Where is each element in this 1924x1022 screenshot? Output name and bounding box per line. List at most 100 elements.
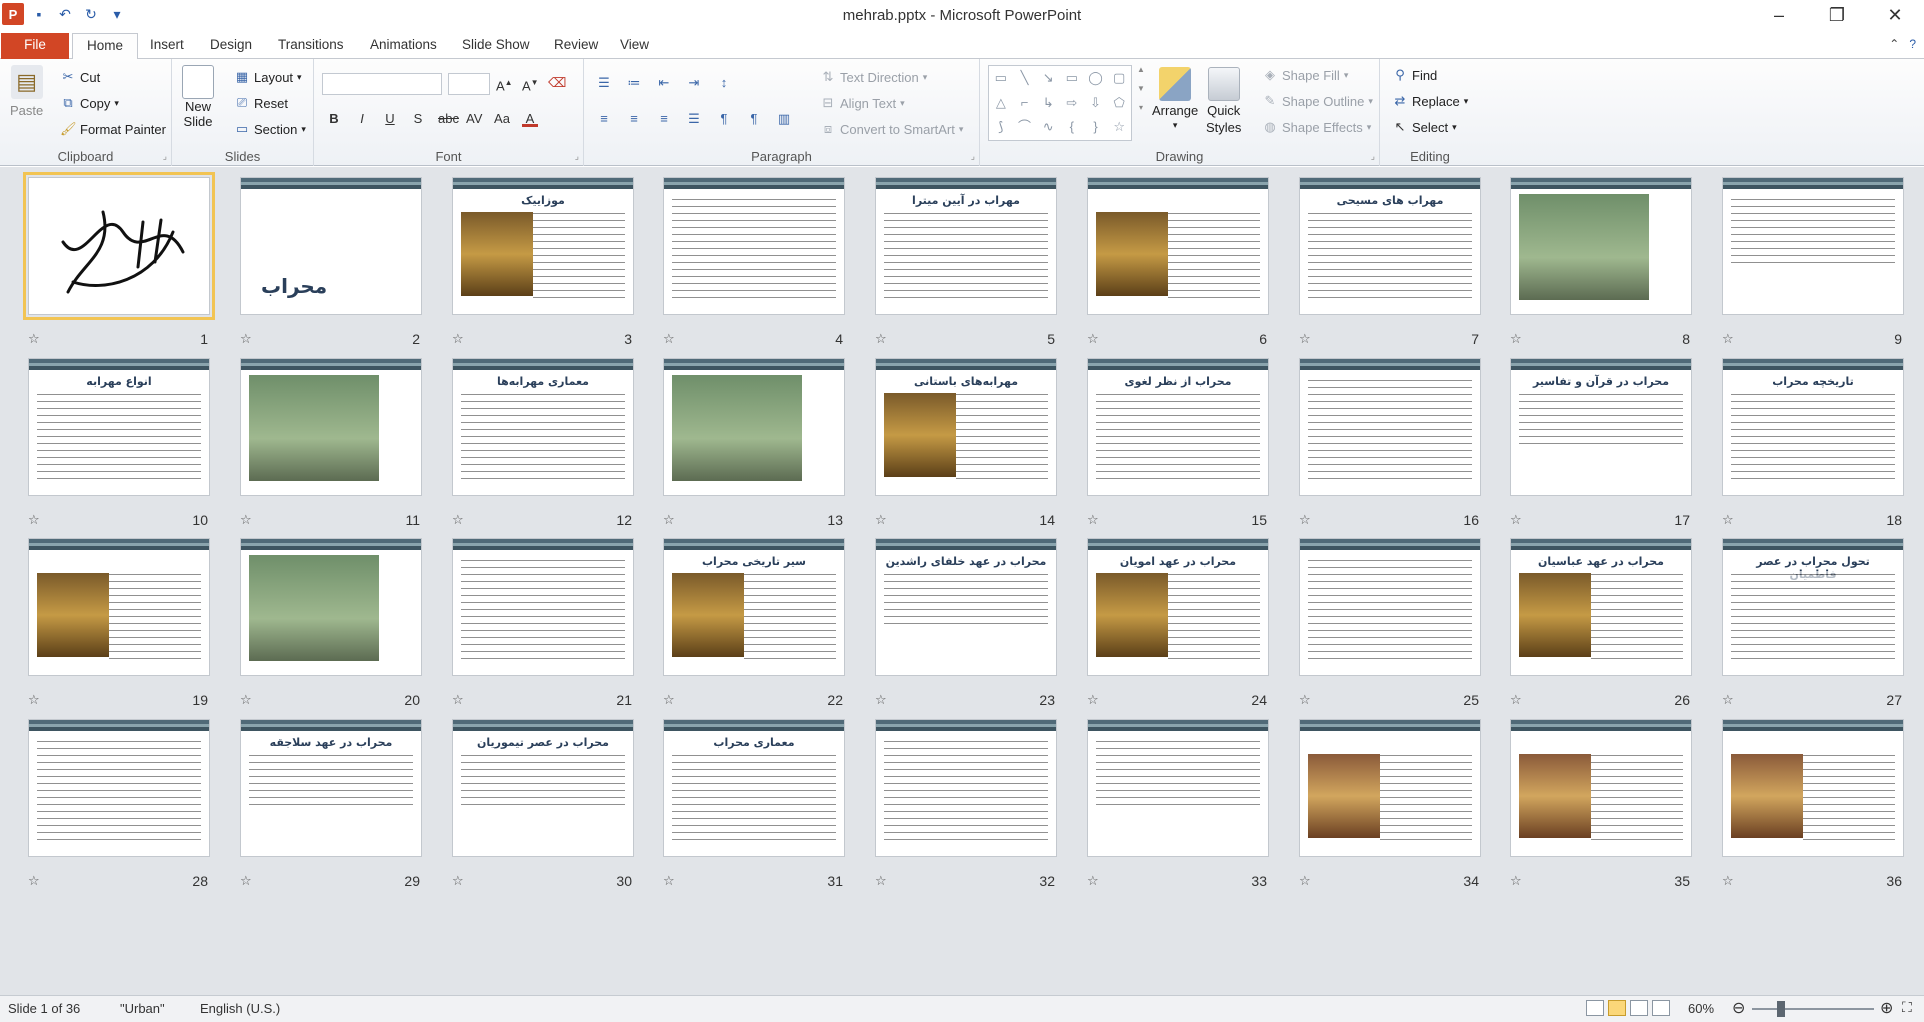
normal-view-icon[interactable] — [1586, 1000, 1604, 1016]
clipboard-launcher-icon[interactable]: ⌟ — [163, 151, 167, 162]
transition-icon[interactable]: ☆ — [1510, 873, 1522, 889]
new-slide-button[interactable]: New Slide — [182, 65, 214, 129]
transition-icon[interactable]: ☆ — [1510, 331, 1522, 347]
slideshow-view-icon[interactable] — [1652, 1000, 1670, 1016]
transition-icon[interactable]: ☆ — [240, 692, 252, 708]
arrow-line-shape-icon[interactable]: ↘ — [1036, 66, 1060, 91]
transition-icon[interactable]: ☆ — [875, 331, 887, 347]
transition-icon[interactable]: ☆ — [240, 873, 252, 889]
slide-thumbnail[interactable] — [1087, 177, 1269, 315]
underline-icon[interactable]: U — [382, 111, 398, 127]
align-text-button[interactable]: ⊟ Align Text ▾ — [820, 95, 905, 111]
clear-formatting-icon[interactable]: ⌫ — [548, 75, 566, 91]
copy-button[interactable]: ⧉ Copy ▾ — [60, 95, 119, 111]
transition-icon[interactable]: ☆ — [1087, 873, 1099, 889]
reset-button[interactable]: ⎚ Reset — [234, 95, 288, 111]
format-painter-button[interactable]: 🖌 Format Painter — [60, 121, 166, 137]
pentagon-shape-icon[interactable]: ⬠ — [1107, 91, 1131, 116]
strikethrough-icon[interactable]: abc — [438, 111, 459, 127]
line-shape-icon[interactable]: ╲ — [1013, 66, 1037, 91]
slide-thumbnail[interactable] — [1299, 719, 1481, 857]
zoom-slider-thumb[interactable] — [1777, 1001, 1785, 1017]
shrink-font-icon[interactable]: A▼ — [522, 75, 539, 93]
transition-icon[interactable]: ☆ — [663, 873, 675, 889]
slide-thumbnail[interactable] — [28, 538, 210, 676]
zoom-slider[interactable] — [1752, 1008, 1874, 1010]
slide-thumbnail[interactable]: محراب در عصر تیموریان — [452, 719, 634, 857]
slide-thumbnail[interactable] — [1299, 538, 1481, 676]
transition-icon[interactable]: ☆ — [1087, 692, 1099, 708]
transition-icon[interactable]: ☆ — [1722, 331, 1734, 347]
transition-icon[interactable]: ☆ — [1299, 331, 1311, 347]
align-right-icon[interactable]: ≡ — [656, 111, 672, 127]
paste-button[interactable]: ▤ Paste — [10, 65, 43, 118]
text-direction-button[interactable]: ⇅ Text Direction ▾ — [820, 69, 928, 85]
curve-icon[interactable]: ⌒ — [1013, 115, 1037, 140]
transition-icon[interactable]: ☆ — [28, 873, 40, 889]
tab-review[interactable]: Review — [540, 33, 612, 59]
slide-thumbnail[interactable] — [663, 177, 845, 315]
slide-thumbnail[interactable] — [452, 538, 634, 676]
layout-button[interactable]: ▦ Layout ▾ — [234, 69, 302, 85]
justify-icon[interactable]: ☰ — [686, 111, 702, 127]
slide-thumbnail[interactable] — [1510, 719, 1692, 857]
paragraph-launcher-icon[interactable]: ⌟ — [971, 151, 975, 162]
zoom-level[interactable]: 60% — [1688, 1001, 1714, 1016]
transition-icon[interactable]: ☆ — [452, 331, 464, 347]
shape-effects-button[interactable]: ◍ Shape Effects ▾ — [1262, 119, 1371, 135]
right-arrow-shape-icon[interactable]: ⇨ — [1060, 91, 1084, 116]
tab-insert[interactable]: Insert — [136, 33, 198, 59]
replace-button[interactable]: ⇄ Replace ▾ — [1392, 93, 1469, 109]
slide-thumbnail[interactable]: محراب از نظر لغوی — [1087, 358, 1269, 496]
shapes-gallery[interactable]: ▭ ╲ ↘ ▭ ◯ ▢ △ ⌐ ↳ ⇨ ⇩ ⬠ ⟆ ⌒ ∿{} ☆ — [988, 65, 1132, 141]
reading-view-icon[interactable] — [1630, 1000, 1648, 1016]
help-icon[interactable]: ? — [1909, 37, 1916, 51]
transition-icon[interactable]: ☆ — [875, 512, 887, 528]
language-indicator[interactable]: English (U.S.) — [200, 1001, 280, 1016]
grow-font-icon[interactable]: A▲ — [496, 75, 513, 93]
theme-name[interactable]: "Urban" — [120, 1001, 165, 1016]
transition-icon[interactable]: ☆ — [875, 873, 887, 889]
tab-design[interactable]: Design — [196, 33, 266, 59]
tab-slide-show[interactable]: Slide Show — [448, 33, 544, 59]
font-launcher-icon[interactable]: ⌟ — [575, 151, 579, 162]
slide-thumbnail[interactable]: محراب در عهد سلاجقه — [240, 719, 422, 857]
tab-animations[interactable]: Animations — [356, 33, 451, 59]
textbox-shape-icon[interactable]: ▭ — [989, 66, 1013, 91]
rectangle-shape-icon[interactable]: ▭ — [1060, 66, 1084, 91]
minimize-ribbon-icon[interactable]: ⌃ — [1889, 37, 1899, 51]
restore-button[interactable]: ❐ — [1808, 0, 1866, 31]
bold-icon[interactable]: B — [326, 111, 342, 127]
shadow-icon[interactable]: S — [410, 111, 426, 127]
italic-icon[interactable]: I — [354, 111, 370, 127]
font-name-combo[interactable] — [322, 73, 442, 95]
transition-icon[interactable]: ☆ — [452, 512, 464, 528]
convert-smartart-button[interactable]: ⧈ Convert to SmartArt ▾ — [820, 121, 964, 137]
slide-thumbnail[interactable]: محراب در عهد خلفای راشدین — [875, 538, 1057, 676]
section-button[interactable]: ▭ Section ▾ — [234, 121, 306, 137]
slide-thumbnail[interactable] — [1087, 719, 1269, 857]
select-button[interactable]: ↖ Select ▾ — [1392, 119, 1457, 135]
transition-icon[interactable]: ☆ — [1299, 873, 1311, 889]
transition-icon[interactable]: ☆ — [1087, 331, 1099, 347]
tab-home[interactable]: Home — [72, 33, 139, 60]
transition-icon[interactable]: ☆ — [452, 692, 464, 708]
slide-thumbnail[interactable] — [240, 538, 422, 676]
zoom-out-icon[interactable]: ⊖ — [1732, 998, 1745, 1018]
transition-icon[interactable]: ☆ — [1722, 873, 1734, 889]
numbering-icon[interactable]: ≔ — [626, 75, 642, 91]
transition-icon[interactable]: ☆ — [875, 692, 887, 708]
transition-icon[interactable]: ☆ — [1722, 692, 1734, 708]
transition-icon[interactable]: ☆ — [240, 512, 252, 528]
transition-icon[interactable]: ☆ — [663, 512, 675, 528]
slide-thumbnail[interactable]: محراب — [240, 177, 422, 315]
left-brace-icon[interactable]: { — [1060, 115, 1084, 140]
rounded-rect-shape-icon[interactable]: ▢ — [1107, 66, 1131, 91]
transition-icon[interactable]: ☆ — [240, 331, 252, 347]
change-case-icon[interactable]: Aa — [494, 111, 510, 127]
font-color-icon[interactable]: A — [522, 111, 538, 127]
cut-button[interactable]: ✂ Cut — [60, 69, 101, 85]
triangle-shape-icon[interactable]: △ — [989, 91, 1013, 116]
slide-thumbnail[interactable] — [23, 172, 215, 320]
find-button[interactable]: ⚲ Find — [1392, 67, 1437, 83]
